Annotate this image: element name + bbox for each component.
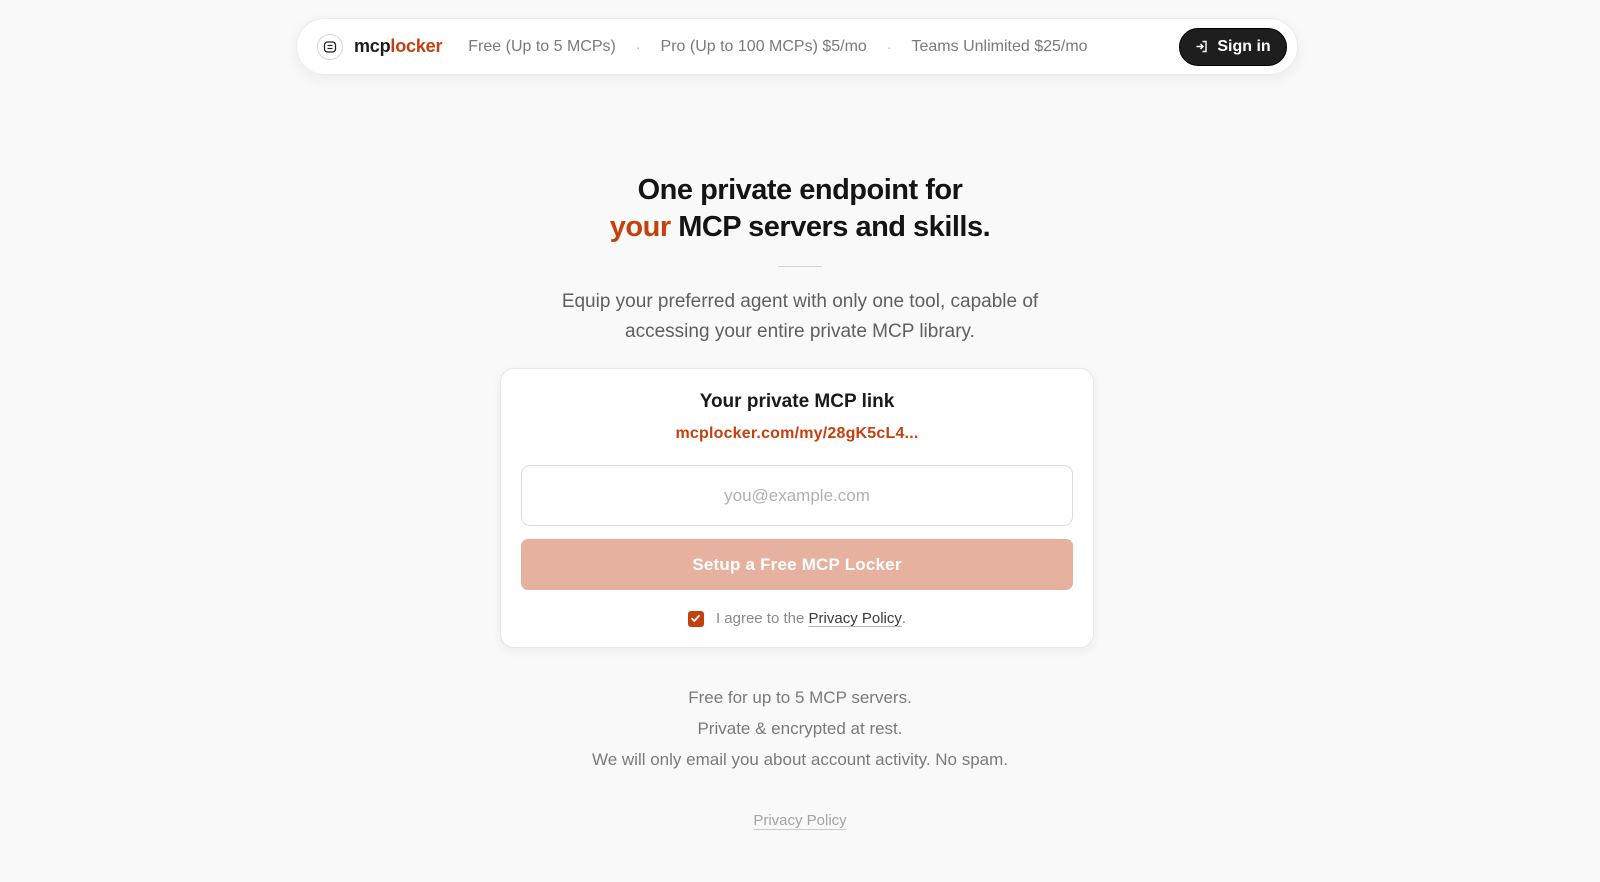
plan-teams[interactable]: Teams Unlimited $25/mo [912,38,1088,56]
hero-subtitle: Equip your preferred agent with only one… [0,287,1600,347]
subtitle-line2: accessing your entire private MCP librar… [625,321,975,342]
headline-accent: your [609,211,671,243]
agree-suffix: . [901,610,907,627]
hero-divider [778,266,822,267]
privacy-agreement: I agree to the Privacy Policy. [501,610,1093,627]
email-input[interactable] [521,465,1073,526]
info-notes: Free for up to 5 MCP servers. Private & … [0,682,1600,775]
hero-headline: One private endpoint for your MCP server… [0,172,1600,246]
top-navbar: mcplocker Free (Up to 5 MCPs) · Pro (Up … [296,18,1298,75]
locker-icon[interactable] [317,33,343,60]
headline-line2: your MCP servers and skills. [0,209,1600,246]
note-no-spam: We will only email you about account act… [591,750,1009,769]
note-encryption: Private & encrypted at rest. [697,719,903,738]
plan-pro[interactable]: Pro (Up to 100 MCPs) $5/mo [661,38,867,56]
footer: Privacy Policy [0,812,1600,829]
page: mcplocker Free (Up to 5 MCPs) · Pro (Up … [0,0,1600,882]
agree-prefix: I agree to the [715,610,809,627]
plan-free[interactable]: Free (Up to 5 MCPs) [468,38,616,56]
brand-name-part2: locker [390,36,443,56]
signup-card: Your private MCP link mcplocker.com/my/2… [500,368,1094,648]
footer-privacy-link[interactable]: Privacy Policy [753,812,846,829]
private-mcp-link[interactable]: mcplocker.com/my/28gK5cL4... [501,425,1093,443]
plan-list: Free (Up to 5 MCPs) · Pro (Up to 100 MCP… [468,38,1087,56]
hero-section: One private endpoint for your MCP server… [0,172,1600,347]
sign-in-button[interactable]: Sign in [1179,27,1287,66]
sign-in-label: Sign in [1217,37,1271,55]
setup-locker-button[interactable]: Setup a Free MCP Locker [521,539,1073,590]
separator-dot: · [886,38,892,55]
checkmark-icon [691,614,701,622]
headline-line1: One private endpoint for [637,174,963,206]
sign-in-icon [1196,40,1208,53]
agree-checkbox[interactable] [687,610,704,627]
brand-logo[interactable]: mcplocker [354,36,442,57]
card-title: Your private MCP link [699,391,895,412]
brand-name-part1: mcp [354,36,391,56]
headline-rest: MCP servers and skills. [670,211,991,243]
separator-dot: · [635,38,641,55]
agree-privacy-link[interactable]: Privacy Policy [809,610,902,627]
note-free-limit: Free for up to 5 MCP servers. [688,688,912,707]
subtitle-line1: Equip your preferred agent with only one… [561,291,1039,312]
